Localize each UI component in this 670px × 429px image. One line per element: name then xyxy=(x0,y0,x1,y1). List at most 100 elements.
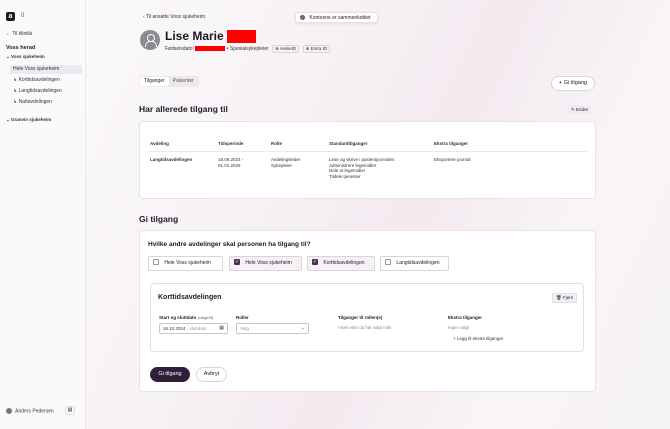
toast-text: Kontoene er sammenkoblet xyxy=(309,15,371,21)
sidebar-item-korttid[interactable]: ↳ Korttidsavdelingen xyxy=(10,76,82,85)
role-line: Sykepleier xyxy=(271,162,293,168)
pencil-icon: ✎ xyxy=(571,107,575,112)
role-line: Avdelingsleder xyxy=(271,157,301,162)
row-department: Langtidsavdelingen xyxy=(150,157,193,162)
sub-arrow-icon: ↳ xyxy=(13,99,18,105)
redacted-block xyxy=(195,46,226,52)
plus-icon: + xyxy=(559,80,563,86)
sidebar-group-voss[interactable]: ⌄ Voss sjukeheim xyxy=(6,54,45,60)
sidebar-group-label: Voss sjukeheim xyxy=(11,54,45,59)
option-label: Hele Voss sjukeheim xyxy=(245,260,292,266)
sidebar-group-label: Granvin sjukeheim xyxy=(11,117,52,122)
sidebar-group-granvin[interactable]: ⌄ Granvin sjukeheim xyxy=(6,117,51,123)
option-korttid[interactable]: ✓ Korttidsavdelingen xyxy=(307,256,375,271)
back-to-clinic-link[interactable]: ← Til klinikk xyxy=(6,31,32,37)
role-access-label: Tilganger til rollen(e) xyxy=(338,315,383,320)
chip-label: Entra ID xyxy=(310,46,328,51)
existing-access-title: Har allerede tilgang til xyxy=(139,104,228,114)
collapse-sidebar-button[interactable]: ▤ xyxy=(65,406,75,415)
checkbox-unchecked-icon xyxy=(153,258,159,265)
redacted-block xyxy=(227,30,257,44)
user-avatar-icon xyxy=(6,408,12,414)
sidebar-item-label: Langtidsavdelingen xyxy=(18,88,62,94)
employee-meta: Fødselsdato: • Spesialsykepleier ⊕ Helse… xyxy=(165,45,331,53)
edit-button[interactable]: ✎ Endre xyxy=(568,105,592,114)
period-end: 01.01.2025 xyxy=(218,162,241,168)
remove-label: Fjern xyxy=(562,295,574,300)
department-question: Hvilke andre avdelinger skal personen ha… xyxy=(148,241,311,248)
calendar-icon: ▦ xyxy=(219,325,224,331)
sidebar-heading: Voss herad xyxy=(6,45,36,51)
checkbox-unchecked-icon xyxy=(385,258,391,265)
edit-label: Endre xyxy=(576,107,589,112)
checkbox-checked-icon: ✓ xyxy=(234,258,240,265)
option-label: Hele Voss sjukeheim xyxy=(164,260,211,266)
period-start: 18.09.2024 - xyxy=(218,157,244,162)
success-toast: ✓ Kontoene er sammenkoblet xyxy=(295,12,378,23)
sidebar: a 0 ← Til klinikk Voss herad ⌄ Voss sjuk… xyxy=(0,0,86,429)
col-ekstra: Ekstra tilganger xyxy=(434,141,469,146)
option-hele-voss-2[interactable]: ✓ Hele Voss sjukeheim xyxy=(229,256,302,271)
give-access-top-label: Gi tilgang xyxy=(563,80,587,86)
chevron-left-icon: ‹ xyxy=(143,14,145,20)
sidebar-item-label: Korttidsavdelingen xyxy=(18,77,60,83)
id-chip-icon: ⊕ xyxy=(305,46,310,51)
table-divider xyxy=(148,151,587,152)
sidebar-item-hele-voss[interactable]: Hele Voss sjukeheim xyxy=(10,65,82,74)
entraid-chip: ⊕ Entra ID xyxy=(302,45,331,53)
option-label: Korttidsavdelingen xyxy=(323,260,365,266)
add-extra-access-link[interactable]: + Legg til ekstra tilganger xyxy=(453,336,503,341)
sidebar-item-label: Nattavdelingen xyxy=(18,99,52,105)
date-label-text: Start og sluttdato xyxy=(159,315,197,320)
sidebar-item-label: Hele Voss sjukeheim xyxy=(13,66,60,72)
standard-line: Tildele tjenester xyxy=(329,173,361,179)
sidebar-item-langtid[interactable]: ↳ Langtidsavdelingen xyxy=(10,87,82,96)
give-access-top-button[interactable]: + Gi tilgang xyxy=(551,76,595,91)
submit-give-access-button[interactable]: Gi tilgang xyxy=(150,367,190,382)
tab-pasienter[interactable]: Pasienter xyxy=(169,77,198,86)
chevron-down-icon: ⌄ xyxy=(300,325,305,331)
chevron-down-icon: ⌄ xyxy=(6,54,10,59)
col-standardtilganger: Standardtilganger xyxy=(329,141,368,146)
user-profile[interactable]: Anders Pedersen xyxy=(6,408,54,414)
user-name: Anders Pedersen xyxy=(15,408,54,415)
checkbox-checked-icon: ✓ xyxy=(312,258,318,265)
app-logo[interactable]: a xyxy=(6,12,15,21)
extra-access-value: Ingen valgt xyxy=(448,325,470,330)
col-rolle: Rolle xyxy=(271,141,283,146)
roles-label: Roller xyxy=(236,315,249,320)
add-extra-label: Legg til ekstra tilganger xyxy=(456,336,504,341)
row-extra: Eksportere journal xyxy=(434,157,471,162)
chevron-down-icon: ⌄ xyxy=(6,117,10,122)
helseid-chip: ⊕ HelseID xyxy=(272,45,300,53)
check-circle-icon: ✓ xyxy=(300,15,305,21)
employee-role: Spesialsykepleier xyxy=(229,46,269,52)
cancel-button[interactable]: Avbryt xyxy=(196,367,227,382)
option-hele-voss-1[interactable]: Hele Voss sjukeheim xyxy=(148,256,223,271)
sidebar-item-natt[interactable]: ↳ Nattavdelingen xyxy=(10,98,82,107)
org-count: 0 xyxy=(21,13,25,19)
main-content: ‹ Til ansatte Voss sjukeheim ✓ Kontoene … xyxy=(86,0,670,429)
option-langtid[interactable]: Langtidsavdelingen xyxy=(380,256,449,271)
id-chip-icon: ⊕ xyxy=(275,46,279,51)
sub-arrow-icon: ↳ xyxy=(13,88,18,94)
employee-name: Lise Marie xyxy=(165,29,257,44)
date-range-input[interactable]: 16.10.2024 - sluttdato ▦ xyxy=(159,323,228,334)
back-to-employees-link[interactable]: ‹ Til ansatte Voss sjukeheim xyxy=(143,14,205,20)
employee-name-text: Lise Marie xyxy=(165,29,224,43)
extra-access-label: Ekstra tilganger xyxy=(448,315,483,320)
chip-label: HelseID xyxy=(280,46,297,51)
birth-label: Fødselsdato: xyxy=(165,46,194,52)
back-to-clinic-label: Til klinikk xyxy=(12,31,33,37)
row-period: 18.09.2024 - 01.01.2025 xyxy=(218,157,243,168)
roles-select[interactable]: Velg ⌄ xyxy=(236,323,309,334)
trash-icon: 🗑 xyxy=(556,295,562,300)
role-access-hint: Vises etter du har valgt rolle xyxy=(338,325,392,330)
remove-section-button[interactable]: 🗑 Fjern xyxy=(552,293,578,303)
tab-bar: Tilganger Pasienter xyxy=(139,76,199,87)
date-start-value: 16.10.2024 xyxy=(163,326,186,331)
tab-tilganger[interactable]: Tilganger xyxy=(140,77,169,86)
arrow-left-icon: ← xyxy=(6,31,11,37)
roles-placeholder: Velg xyxy=(240,326,249,331)
option-label: Langtidsavdelingen xyxy=(396,260,440,266)
